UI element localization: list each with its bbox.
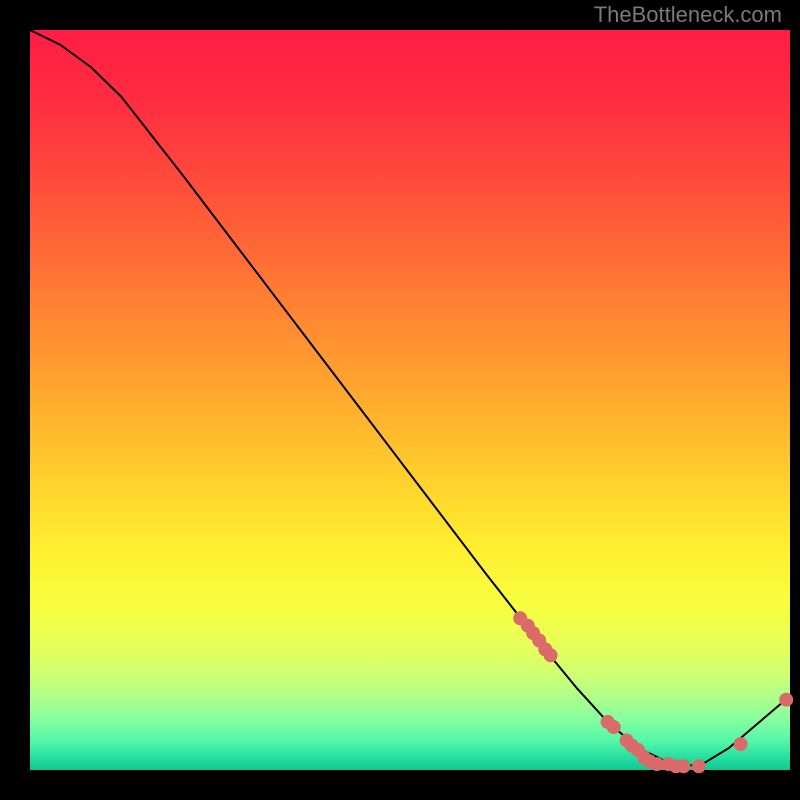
plot-background xyxy=(30,30,790,770)
data-point xyxy=(607,720,621,734)
data-point xyxy=(692,759,706,773)
chart-svg xyxy=(0,0,800,800)
data-point xyxy=(677,759,691,773)
data-point xyxy=(544,648,558,662)
watermark-label: TheBottleneck.com xyxy=(594,2,782,28)
bottleneck-chart: TheBottleneck.com xyxy=(0,0,800,800)
data-point xyxy=(779,693,793,707)
data-point xyxy=(734,737,748,751)
